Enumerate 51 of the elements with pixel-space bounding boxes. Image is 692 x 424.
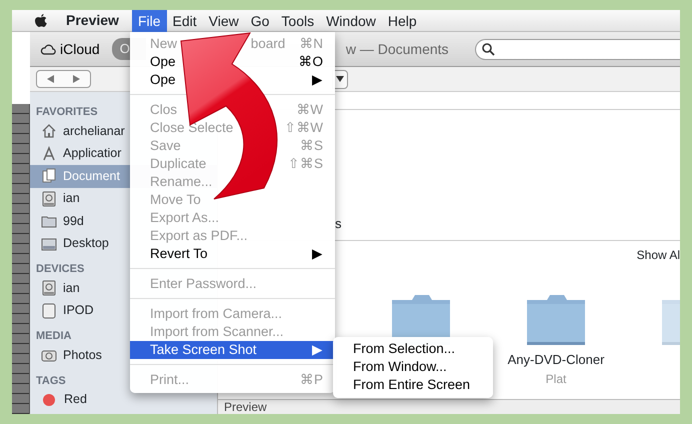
file-name-fragment: s	[335, 215, 342, 233]
status-label: Preview	[218, 399, 680, 414]
apple-icon	[34, 12, 48, 28]
shortcut-label: ⌘P	[300, 370, 323, 389]
drive-icon	[41, 190, 57, 207]
menu-title[interactable]: Window	[320, 10, 382, 32]
menu-item[interactable]: Take Screen Shot ▶	[130, 341, 335, 359]
back-icon	[46, 75, 54, 83]
shortcut-label: ⌘S	[300, 136, 323, 155]
drive-icon	[41, 280, 57, 296]
folder-icon	[525, 294, 587, 346]
forward-icon	[73, 75, 80, 83]
house-icon	[41, 123, 57, 140]
shortcut-label: ▶	[312, 70, 323, 89]
menu-title[interactable]: Edit	[166, 10, 203, 32]
menu-title[interactable]: File	[132, 10, 166, 32]
menu-item[interactable]: From Entire Screen	[333, 376, 493, 394]
menu-item[interactable]: Revert To ▶	[130, 245, 335, 263]
menu-item[interactable]: From Selection...	[333, 340, 493, 358]
menu-title[interactable]: Help	[382, 10, 423, 32]
window-title: w — Documents	[346, 40, 449, 58]
sidebar-heading: FAVORITES	[35, 105, 98, 120]
back-forward-buttons[interactable]	[36, 70, 91, 88]
search-icon	[482, 42, 495, 56]
menu-title[interactable]: View	[202, 10, 245, 32]
shortcut-label: ⇧⌘W	[284, 118, 323, 137]
menu-title[interactable]: Tools	[275, 10, 320, 32]
sidebar-heading: TAGS	[35, 374, 66, 388]
folder-name: Any-DVD-Cloner	[508, 351, 604, 369]
app-menu[interactable]: Preview	[61, 10, 124, 31]
menu-item-text-fragment: board	[250, 34, 286, 53]
sidebar-heading: MEDIA	[35, 329, 72, 344]
shortcut-label: ▶	[312, 244, 323, 263]
cloud-icon	[40, 44, 56, 54]
shortcut-label: ▶	[312, 340, 323, 359]
icloud-button[interactable]: iCloud	[40, 38, 100, 60]
show-all-link[interactable]: Show Al	[636, 246, 680, 264]
shortcut-label: ⌘W	[296, 100, 323, 119]
sidebar-heading: DEVICES	[35, 262, 84, 277]
menu-item[interactable]: From Window...	[333, 358, 493, 376]
documents-icon	[41, 168, 57, 184]
desktop-icon	[41, 236, 57, 252]
shortcut-label: ⌘N	[299, 34, 323, 53]
caret-icon	[336, 76, 344, 82]
folder-subtitle: Plat	[546, 370, 566, 388]
device-icon	[41, 302, 57, 319]
shortcut-label: ⇧⌘S	[288, 154, 323, 173]
sidebar-item[interactable]: Red	[30, 388, 217, 411]
search-field[interactable]	[475, 38, 680, 60]
menu-title[interactable]: Go	[244, 10, 276, 32]
shortcut-label: ⌘O	[298, 52, 323, 71]
